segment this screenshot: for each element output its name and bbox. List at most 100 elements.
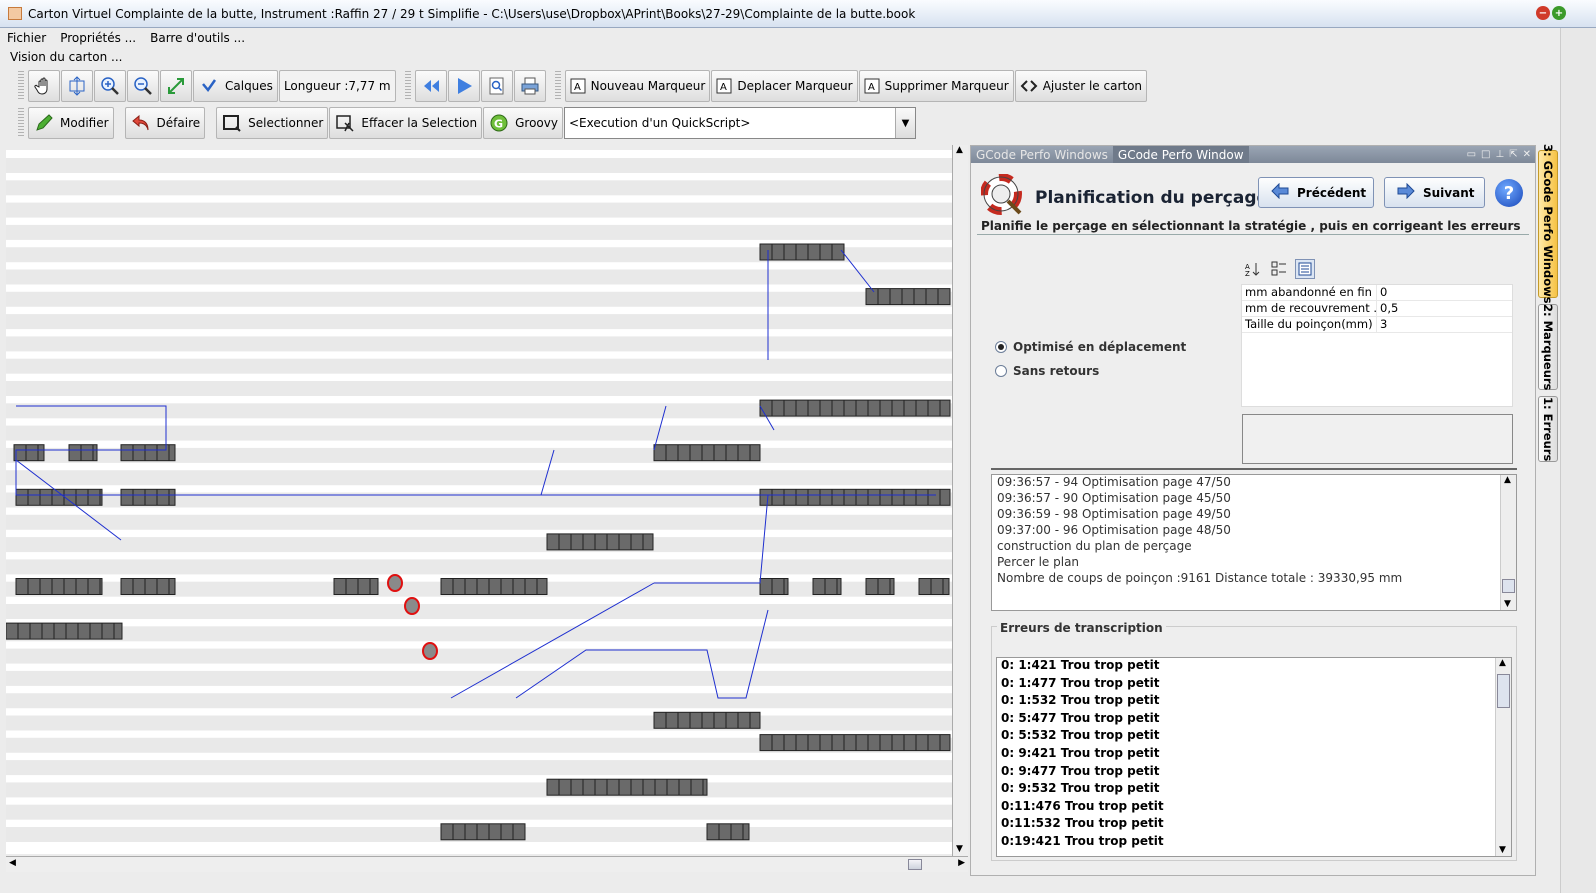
radio-selected-icon[interactable] <box>995 341 1007 353</box>
effacer-selection-button[interactable]: Effacer la Selection <box>329 107 483 139</box>
error-item[interactable]: 0: 9:477 Trou trop petit <box>997 764 1511 782</box>
canvas-vertical-scrollbar[interactable]: ▲ ▼ <box>952 145 968 856</box>
track-stripe <box>6 425 952 441</box>
page-search-icon <box>486 75 508 97</box>
menu-proprietes[interactable]: Propriétés ... <box>53 31 143 45</box>
deplacer-marqueur-button[interactable]: A Deplacer Marqueur <box>711 70 858 102</box>
carton-drawing <box>6 158 952 842</box>
property-toolbar: AZ <box>1243 259 1315 279</box>
description-toggle-icon[interactable] <box>1295 259 1315 279</box>
scroll-down-icon[interactable]: ▼ <box>1499 845 1506 855</box>
errors-list[interactable]: 0: 1:421 Trou trop petit 0: 1:477 Trou t… <box>996 657 1512 857</box>
error-item[interactable]: 0:11:532 Trou trop petit <box>997 816 1511 834</box>
groovy-button[interactable]: G Groovy <box>483 107 563 139</box>
print-button[interactable] <box>513 70 546 102</box>
rewind-button[interactable] <box>414 70 447 102</box>
track-stripe <box>6 514 952 530</box>
nouveau-marqueur-button[interactable]: A Nouveau Marqueur <box>564 70 711 102</box>
float-icon[interactable]: ⇱ <box>1509 149 1517 160</box>
track-stripe <box>6 693 952 709</box>
marker-icon: A <box>570 75 586 97</box>
error-item[interactable]: 0:11:476 Trou trop petit <box>997 799 1511 817</box>
zoom-in-button[interactable] <box>94 70 126 102</box>
hand-tool-button[interactable] <box>28 70 60 102</box>
tab-marqueurs-side[interactable]: 2: Marqueurs <box>1538 304 1558 390</box>
tab-gcode-perfo-windows-side[interactable]: 3: GCode Perfo Windows <box>1538 144 1558 304</box>
precedent-button[interactable]: Précédent <box>1258 177 1374 208</box>
hole-block <box>120 578 176 595</box>
maximize-icon[interactable]: + <box>1552 6 1566 20</box>
track-stripe <box>6 715 952 731</box>
minimize-icon[interactable]: − <box>1536 6 1550 20</box>
scroll-thumb[interactable] <box>908 859 922 870</box>
error-item[interactable]: 0: 5:532 Trou trop petit <box>997 728 1511 746</box>
supprimer-marqueur-button[interactable]: A Supprimer Marqueur <box>858 70 1014 102</box>
help-icon[interactable]: ? <box>1495 179 1523 207</box>
property-row[interactable]: mm de recouvrement ... 0,5 <box>1242 301 1512 317</box>
error-item[interactable]: 0: 1:477 Trou trop petit <box>997 676 1511 694</box>
hole-block <box>120 444 176 462</box>
vision-label: Vision du carton ... <box>10 50 123 64</box>
scroll-down-icon[interactable]: ▼ <box>956 844 963 854</box>
error-item[interactable]: 0: 1:532 Trou trop petit <box>997 693 1511 711</box>
radio-empty-icon[interactable] <box>995 365 1007 377</box>
log-line: construction du plan de perçage <box>997 539 1192 553</box>
categorized-icon[interactable] <box>1269 259 1289 279</box>
carton-canvas[interactable] <box>6 150 952 854</box>
tab-gcode-perfo-window[interactable]: GCode Perfo Window <box>1112 146 1249 163</box>
svg-text:A: A <box>574 82 581 93</box>
errors-scrollbar[interactable]: ▲ ▼ <box>1495 658 1511 856</box>
zoom-out-button[interactable] <box>127 70 159 102</box>
error-item[interactable]: 0:19:421 Trou trop petit <box>997 834 1511 852</box>
scroll-up-icon[interactable]: ▲ <box>1499 658 1506 668</box>
scroll-thumb[interactable] <box>1497 674 1510 708</box>
scroll-up-icon[interactable]: ▲ <box>1504 475 1511 485</box>
checkmark-icon <box>198 75 220 97</box>
error-item[interactable]: 0: 9:532 Trou trop petit <box>997 781 1511 799</box>
property-row[interactable]: mm abandonné en fin ... 0 <box>1242 285 1512 301</box>
menu-fichier[interactable]: Fichier <box>0 31 53 45</box>
error-item[interactable]: 0: 1:421 Trou trop petit <box>997 658 1511 676</box>
gcode-panel: GCode Perfo Windows GCode Perfo Window ▭… <box>970 145 1536 876</box>
calques-button[interactable]: Calques <box>193 70 278 102</box>
preview-button[interactable] <box>480 70 513 102</box>
fit-icon <box>66 75 88 97</box>
modifier-button[interactable]: Modifier <box>28 107 114 139</box>
chevron-down-icon[interactable]: ▼ <box>894 108 915 138</box>
fit-height-button[interactable] <box>61 70 93 102</box>
tab-erreurs-side[interactable]: 1: Erreurs <box>1538 396 1558 462</box>
printer-icon <box>519 75 541 97</box>
property-row[interactable]: Taille du poinçon(mm) 3 <box>1242 317 1512 333</box>
quickscript-select[interactable]: <Execution d'un QuickScript> ▼ <box>563 107 916 139</box>
option-sans-retours[interactable]: Sans retours <box>995 364 1099 378</box>
canvas-horizontal-scrollbar[interactable]: ◀ ▶ <box>6 856 968 872</box>
error-item[interactable]: 0: 5:477 Trou trop petit <box>997 711 1511 729</box>
ajuster-carton-button[interactable]: Ajuster le carton <box>1014 70 1148 102</box>
zoom-fit-button[interactable] <box>160 70 192 102</box>
tab-gcode-perfo-windows[interactable]: GCode Perfo Windows <box>971 148 1113 162</box>
maximize-panel-icon[interactable]: □ <box>1481 149 1490 160</box>
log-area[interactable]: 09:36:57 - 94 Optimisation page 47/50 09… <box>991 474 1517 611</box>
defaire-button[interactable]: Défaire <box>124 107 206 139</box>
option-optimise[interactable]: Optimisé en déplacement <box>995 340 1186 354</box>
pencil-icon <box>33 112 55 134</box>
log-line: 09:36:57 - 90 Optimisation page 45/50 <box>997 491 1231 505</box>
scroll-down-icon[interactable]: ▼ <box>1504 599 1511 609</box>
error-hole-marker <box>422 642 438 660</box>
error-item[interactable]: 0: 9:421 Trou trop petit <box>997 746 1511 764</box>
sort-alpha-icon[interactable]: AZ <box>1243 259 1263 279</box>
log-scrollbar[interactable]: ▲ ▼ <box>1500 475 1516 610</box>
pin-icon[interactable]: ⊥ <box>1496 149 1505 160</box>
scroll-up-icon[interactable]: ▲ <box>956 145 963 155</box>
restore-icon[interactable]: ▭ <box>1467 149 1476 160</box>
select-icon <box>221 112 243 134</box>
scroll-right-icon[interactable]: ▶ <box>958 858 965 868</box>
scroll-thumb[interactable] <box>1502 579 1515 593</box>
menu-barre-outils[interactable]: Barre d'outils ... <box>143 31 252 45</box>
scroll-left-icon[interactable]: ◀ <box>9 858 16 868</box>
suivant-button[interactable]: Suivant <box>1384 177 1485 208</box>
property-grid[interactable]: mm abandonné en fin ... 0 mm de recouvrem… <box>1241 284 1513 407</box>
close-icon[interactable]: ✕ <box>1523 149 1531 160</box>
selectionner-button[interactable]: Selectionner <box>216 107 329 139</box>
play-button[interactable] <box>447 70 480 102</box>
